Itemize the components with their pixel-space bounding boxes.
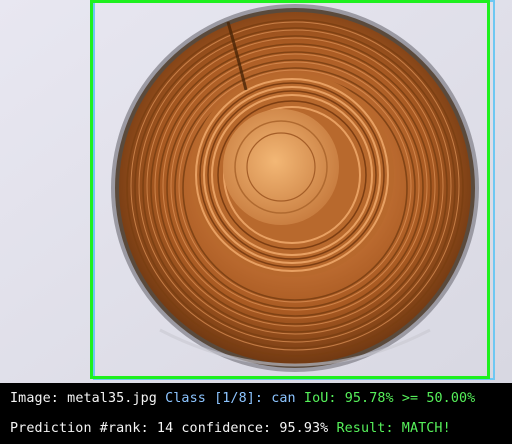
image-label: Image: [10, 391, 59, 406]
result-text: Result: MATCH! [336, 421, 451, 436]
info-line-2: Prediction #rank: 14 confidence: 95.93% … [10, 421, 451, 436]
prediction-text: Prediction #rank: 14 confidence: 95.93% [10, 421, 329, 436]
can-photo [0, 0, 512, 383]
class-label: Class [1/8]: [165, 391, 264, 406]
class-value: can [271, 391, 296, 406]
copper-can-image [0, 0, 512, 383]
info-panel: Image: metal35.jpg Class [1/8]: can IoU:… [0, 383, 512, 444]
image-filename: metal35.jpg [67, 391, 157, 406]
iou-text: IoU: 95.78% >= 50.00% [303, 391, 476, 406]
info-line-1: Image: metal35.jpg Class [1/8]: can IoU:… [10, 391, 475, 406]
